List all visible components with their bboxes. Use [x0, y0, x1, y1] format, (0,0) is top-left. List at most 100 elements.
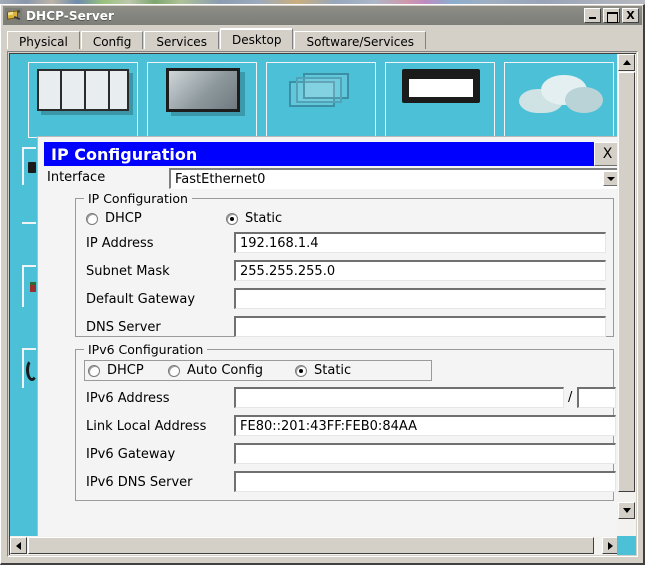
radio-indicator: [295, 364, 307, 377]
tab-label: Config: [92, 34, 132, 49]
desktop-tile-edge: [22, 348, 36, 350]
tab-label: Services: [156, 34, 207, 49]
desktop-tile-edge: [22, 222, 36, 224]
ipv4-mode-radios: DHCP Static: [86, 209, 386, 228]
desktop-icon-fragment: [30, 282, 36, 285]
ipv6-config-group: IPv6 Configuration DHCP Auto Config Stat…: [75, 342, 616, 501]
interface-row: Interface FastEthernet0: [44, 168, 620, 189]
tab-services[interactable]: Services: [144, 31, 219, 51]
field-value: 192.168.1.4: [240, 236, 319, 251]
ipv6-prefix-input[interactable]: [577, 387, 616, 408]
close-button[interactable]: X: [622, 8, 639, 23]
close-icon: X: [626, 9, 635, 22]
tab-label: Desktop: [231, 33, 282, 47]
minimize-button[interactable]: [584, 8, 601, 23]
default-gateway-input[interactable]: [234, 288, 606, 309]
tab-desktop[interactable]: Desktop: [219, 28, 294, 51]
tab-label: Software/Services: [306, 34, 414, 49]
field-label: IPv6 DNS Server: [86, 475, 193, 490]
desktop-tile-5[interactable]: [504, 62, 614, 138]
window-titlebar: DHCP-Server X: [3, 6, 642, 25]
desktop-tile-edge: [22, 149, 24, 185]
field-label: DNS Server: [86, 320, 161, 335]
radio-ipv4-dhcp[interactable]: DHCP: [86, 211, 226, 226]
desktop-tile-1[interactable]: [28, 62, 138, 138]
radio-label: DHCP: [105, 211, 142, 226]
horizontal-scrollbar[interactable]: [10, 536, 620, 555]
tab-config[interactable]: Config: [80, 31, 144, 51]
vertical-scroll-thumb[interactable]: [618, 72, 635, 492]
interface-label: Interface: [47, 170, 106, 185]
ipv6-field-link-local: Link Local Address FE80::201:43FF:FEB0:8…: [86, 415, 616, 439]
ipv4-field-ip-address: IP Address 192.168.1.4: [86, 232, 606, 256]
radio-indicator: [226, 212, 238, 225]
radio-ipv4-static[interactable]: Static: [226, 211, 282, 226]
field-label: Default Gateway: [86, 292, 196, 307]
ipv6-mode-radios: DHCP Auto Config Static: [84, 360, 432, 381]
window-title: DHCP-Server: [26, 8, 115, 23]
field-label: Subnet Mask: [86, 264, 170, 279]
desktop-pane-inner: IP Configuration X Interface FastEtherne…: [9, 53, 636, 555]
radio-label: Auto Config: [187, 363, 264, 378]
desktop-tile-2[interactable]: [147, 62, 257, 138]
desktop-tile-edge: [22, 350, 24, 388]
triangle-up-icon: [622, 60, 631, 65]
scroll-up-button[interactable]: [618, 54, 635, 71]
radio-label: DHCP: [107, 363, 144, 378]
ipv4-field-dns-server: DNS Server: [86, 316, 606, 340]
radio-ipv6-auto-config[interactable]: Auto Config: [168, 363, 295, 378]
desktop-tile-3[interactable]: [266, 62, 376, 138]
tab-label: Physical: [19, 34, 68, 49]
scroll-down-button[interactable]: [618, 502, 635, 519]
desktop-icon-fragment: [28, 162, 36, 173]
device-window: DHCP-Server X Physical Config Services D…: [0, 4, 645, 565]
radio-indicator: [88, 364, 100, 377]
ipv6-field-address: IPv6 Address /: [86, 387, 616, 411]
desktop-tile-edge: [22, 147, 36, 149]
window-controls: X: [584, 8, 642, 23]
ip-address-input[interactable]: 192.168.1.4: [234, 232, 606, 253]
triangle-down-icon: [622, 508, 631, 513]
ipv6-gateway-input[interactable]: [234, 443, 616, 464]
link-local-address-input[interactable]: FE80::201:43FF:FEB0:84AA: [234, 415, 616, 436]
maximize-button[interactable]: [603, 8, 620, 23]
ipv4-config-group: IP Configuration DHCP Static IP Address …: [75, 191, 614, 340]
ipv6-field-dns-server: IPv6 DNS Server: [86, 471, 616, 495]
scrollbar-corner: [617, 536, 636, 555]
field-value: 255.255.255.0: [240, 264, 336, 279]
radio-ipv6-dhcp[interactable]: DHCP: [88, 363, 168, 378]
ipv6-field-gateway: IPv6 Gateway: [86, 443, 616, 467]
ipv6-address-input[interactable]: [234, 387, 564, 408]
dns-server-input[interactable]: [234, 316, 606, 337]
desktop-canvas: IP Configuration X Interface FastEtherne…: [10, 54, 620, 538]
ipv4-field-subnet-mask: Subnet Mask 255.255.255.0: [86, 260, 606, 284]
triangle-left-icon: [16, 541, 21, 550]
tab-physical[interactable]: Physical: [7, 31, 80, 51]
field-label: IP Address: [86, 236, 154, 251]
scroll-left-button[interactable]: [10, 537, 27, 554]
dialog-title: IP Configuration: [51, 144, 198, 164]
horizontal-scroll-thumb[interactable]: [28, 537, 594, 554]
tab-bar: Physical Config Services Desktop Softwar…: [3, 26, 642, 51]
radio-ipv6-static[interactable]: Static: [295, 363, 351, 378]
ipv4-field-default-gateway: Default Gateway: [86, 288, 606, 312]
desktop-tile-4[interactable]: [385, 62, 495, 138]
radio-indicator: [86, 212, 98, 225]
interface-select[interactable]: FastEthernet0: [169, 168, 620, 189]
radio-label: Static: [314, 363, 352, 378]
subnet-mask-input[interactable]: 255.255.255.0: [234, 260, 606, 281]
desktop-tile-edge: [22, 267, 24, 307]
radio-label: Static: [245, 211, 283, 226]
ipv6-dns-server-input[interactable]: [234, 471, 616, 492]
field-value: FE80::201:43FF:FEB0:84AA: [240, 419, 418, 434]
field-label: Link Local Address: [86, 419, 207, 434]
ipv6-group-title: IPv6 Configuration: [84, 342, 208, 357]
dialog-titlebar: IP Configuration X: [44, 142, 620, 166]
ipv6-prefix-separator: /: [568, 390, 573, 405]
tab-software-services[interactable]: Software/Services: [294, 31, 426, 51]
ip-configuration-dialog: IP Configuration X Interface FastEtherne…: [37, 136, 620, 538]
device-key-icon: [5, 7, 22, 24]
vertical-scrollbar[interactable]: [617, 54, 636, 538]
desktop-icon-fragment: [30, 284, 36, 292]
triangle-right-icon: [608, 541, 613, 550]
